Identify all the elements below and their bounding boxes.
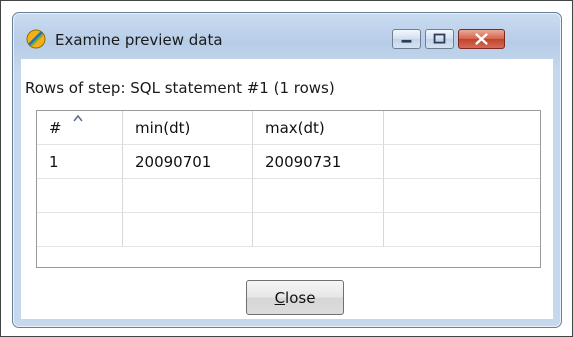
column-header-min-dt[interactable]: min(dt) — [123, 111, 253, 145]
minimize-button[interactable] — [392, 29, 421, 49]
window-title: Examine preview data — [55, 31, 223, 49]
table-cell[interactable] — [37, 179, 123, 213]
table-cell[interactable] — [384, 145, 540, 179]
column-header-index[interactable]: # — [37, 111, 123, 145]
maximize-icon — [433, 33, 446, 44]
maximize-button[interactable] — [425, 29, 454, 49]
close-button[interactable]: Close — [246, 280, 344, 315]
table-cell[interactable] — [384, 179, 540, 213]
column-header-max-dt[interactable]: max(dt) — [253, 111, 384, 145]
table-cell[interactable] — [253, 213, 384, 247]
close-button-label: lose — [285, 288, 316, 307]
close-window-button[interactable] — [458, 29, 505, 49]
table-cell[interactable]: 20090701 — [123, 145, 253, 179]
table-cell[interactable] — [123, 179, 253, 213]
dialog-window: Examine preview data Rows of step: SQL s… — [12, 12, 562, 328]
table-cell[interactable] — [37, 213, 123, 247]
table-header: # min(dt) max(dt) — [37, 111, 540, 145]
dialog-body: Rows of step: SQL statement #1 (1 rows) … — [21, 59, 553, 319]
table-cell[interactable] — [253, 179, 384, 213]
table-cell[interactable] — [384, 213, 540, 247]
table-row[interactable] — [37, 213, 540, 247]
preview-table[interactable]: # min(dt) max(dt) 1 20090701 20090731 — [36, 110, 541, 268]
title-bar[interactable]: Examine preview data — [13, 13, 561, 57]
sort-ascending-icon — [73, 114, 83, 122]
table-cell[interactable]: 20090731 — [253, 145, 384, 179]
spoon-icon — [26, 29, 46, 49]
table-cell[interactable]: 1 — [37, 145, 123, 179]
rows-label: Rows of step: SQL statement #1 (1 rows) — [25, 79, 335, 97]
table-cell[interactable] — [123, 213, 253, 247]
table-row[interactable] — [37, 179, 540, 213]
table-row[interactable]: 1 20090701 20090731 — [37, 145, 540, 179]
close-button-mnemonic: C — [274, 288, 286, 307]
column-header-empty — [384, 111, 540, 145]
minimize-icon — [401, 39, 412, 43]
close-icon — [475, 33, 488, 45]
